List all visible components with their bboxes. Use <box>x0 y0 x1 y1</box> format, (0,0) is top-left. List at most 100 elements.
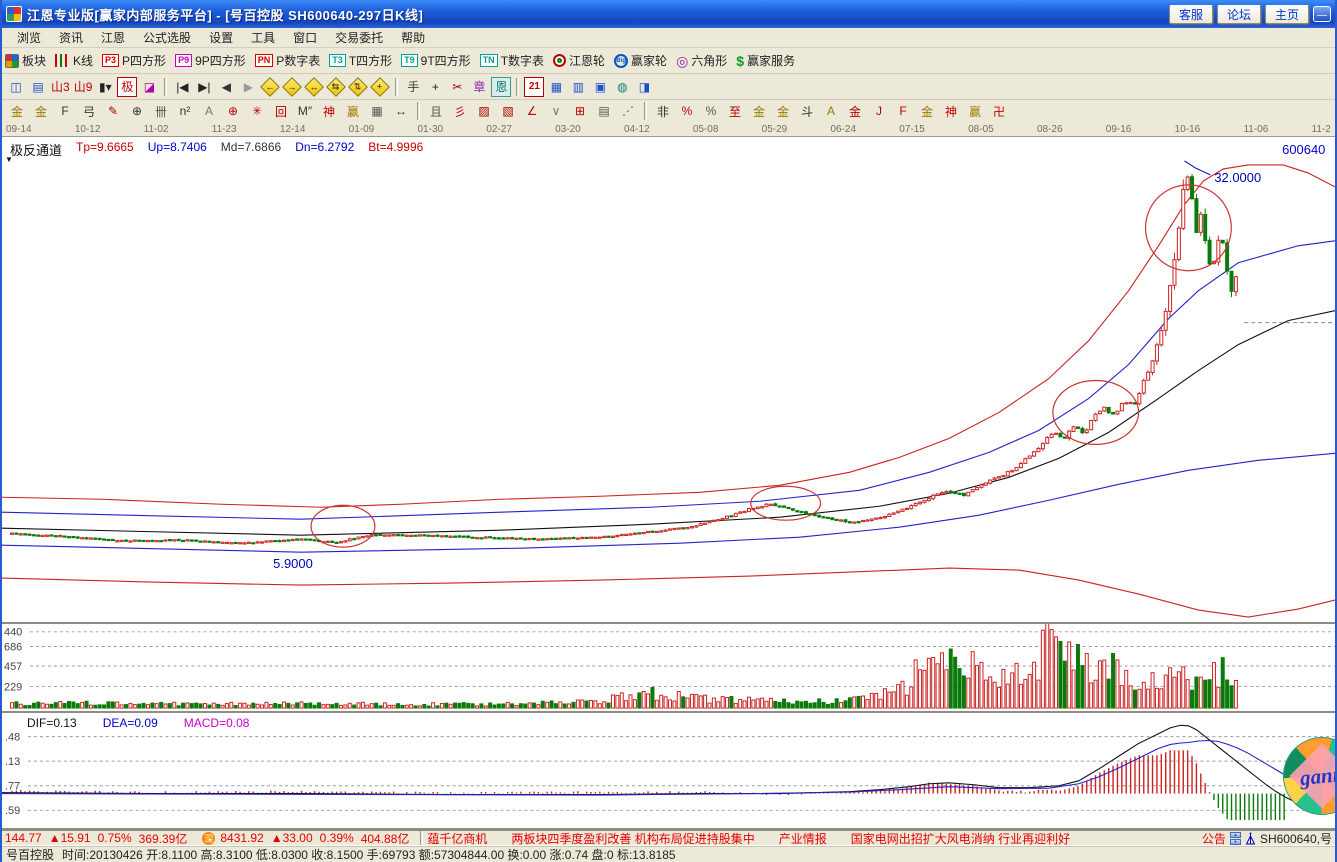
crosshair-icon[interactable]: + <box>425 77 445 97</box>
hand-drag-icon[interactable]: 手 <box>403 77 423 97</box>
menu-item-交易委托[interactable]: 交易委托 <box>326 29 392 46</box>
calculator-icon[interactable]: ▦ <box>546 77 566 97</box>
j-angle-icon[interactable]: J <box>868 102 890 120</box>
gold-angle-icon[interactable]: 金 <box>916 102 938 120</box>
hook-ruler-icon[interactable]: 弓 <box>78 102 100 120</box>
frame-line-icon[interactable]: 且 <box>425 102 447 120</box>
percent-red-icon[interactable]: % <box>676 102 698 120</box>
winner-service-button[interactable]: $赢家服务 <box>736 52 795 69</box>
price-bars-icon[interactable]: 非 <box>652 102 674 120</box>
gold-a-icon[interactable]: 金 <box>748 102 770 120</box>
circle-cross-icon[interactable]: ⊕ <box>126 102 148 120</box>
remote-pc-icon[interactable]: ◨ <box>634 77 654 97</box>
forum-button[interactable]: 论坛 <box>1217 5 1261 24</box>
gold-c-icon[interactable]: 金 <box>844 102 866 120</box>
angle-lines-icon[interactable]: ∠ <box>521 102 543 120</box>
comb-grid-icon[interactable]: 卌 <box>150 102 172 120</box>
kline-style-icon[interactable]: ▮▾ <box>95 77 115 97</box>
percent-gray-icon[interactable]: % <box>700 102 722 120</box>
prev-bar-icon[interactable]: ◀ <box>216 77 236 97</box>
notes-icon[interactable]: ▥ <box>568 77 588 97</box>
ying-angle-icon[interactable]: 赢 <box>964 102 986 120</box>
expand-diamond-icon[interactable]: ↔ <box>304 77 324 97</box>
p9-square-button[interactable]: P99P四方形 <box>175 52 246 69</box>
sheet-grid-icon[interactable]: ▦ <box>366 102 388 120</box>
customer-service-button[interactable]: 客服 <box>1169 5 1213 24</box>
hatch-lines-icon[interactable]: ⋰ <box>617 102 639 120</box>
p-number-table-button[interactable]: PNP数字表 <box>255 52 321 69</box>
macd-chart[interactable]: .48.13.77.59 <box>2 713 1335 828</box>
scroll-right-diamond-icon[interactable]: → <box>282 77 302 97</box>
news-item[interactable]: 两板块四季度盈利改善 机构布局促进持股集中 <box>511 830 754 846</box>
grid-red-icon[interactable]: ⊞ <box>569 102 591 120</box>
kline-chart[interactable]: 32.00005.9000600640 <box>2 137 1335 622</box>
cut-tool-icon[interactable]: ✂ <box>447 77 467 97</box>
grid-gray-icon[interactable]: ▤ <box>593 102 615 120</box>
shen-angle-icon[interactable]: 神 <box>940 102 962 120</box>
gold-ruler-1-icon[interactable]: 金 <box>6 102 28 120</box>
gold-b-icon[interactable]: 金 <box>772 102 794 120</box>
box-fan-a-icon[interactable]: ▨ <box>473 102 495 120</box>
first-bar-icon[interactable]: |◀ <box>172 77 192 97</box>
member-panel-icon[interactable]: ◫ <box>6 77 26 97</box>
sector-blocks-button[interactable]: 板块 <box>5 52 46 69</box>
fan-rays-icon[interactable]: 彡 <box>449 102 471 120</box>
minimize-button[interactable]: — <box>1313 6 1331 22</box>
compass-pen-icon[interactable]: ✎ <box>102 102 124 120</box>
indicator-name[interactable]: 极反通道 <box>10 140 62 159</box>
zoom-diamond-icon[interactable]: + <box>370 77 390 97</box>
kline-button[interactable]: K线 <box>55 52 93 69</box>
n2-ruler-icon[interactable]: n² <box>174 102 196 120</box>
winner-wheel-button[interactable]: Big赢家轮 <box>614 52 667 69</box>
indicator-dropdown-icon[interactable]: ▼ <box>5 155 13 164</box>
gann-panel-icon[interactable]: 恩 <box>491 77 511 97</box>
menu-item-设置[interactable]: 设置 <box>200 29 242 46</box>
vee-lines-icon[interactable]: ∨ <box>545 102 567 120</box>
bar-chart-3-icon[interactable]: 山3 <box>50 77 71 97</box>
color-bars-icon[interactable]: ◪ <box>139 77 159 97</box>
info-list-icon[interactable]: ▤ <box>28 77 48 97</box>
next-bar-icon[interactable]: ▶ <box>238 77 258 97</box>
menu-item-浏览[interactable]: 浏览 <box>8 29 50 46</box>
last-bar-icon[interactable]: ▶| <box>194 77 214 97</box>
announcement-link[interactable]: 公告 <box>1202 830 1226 846</box>
save-icon[interactable]: ▣ <box>590 77 610 97</box>
f-ruler-icon[interactable]: F <box>54 102 76 120</box>
volume-chart[interactable]: 440686457229 <box>2 624 1335 711</box>
t-square-button[interactable]: T3T四方形 <box>329 52 392 69</box>
a-gold-icon[interactable]: A <box>820 102 842 120</box>
menu-item-帮助[interactable]: 帮助 <box>392 29 434 46</box>
scroll-left-diamond-icon[interactable]: ← <box>260 77 280 97</box>
a-ruler-icon[interactable]: A <box>198 102 220 120</box>
gold-ruler-2-icon[interactable]: 金 <box>30 102 52 120</box>
news-item[interactable]: 蕴千亿商机 <box>427 830 487 846</box>
volume-pane[interactable]: 440686457229 <box>2 622 1335 711</box>
p-square-button[interactable]: P3P四方形 <box>102 52 166 69</box>
stamp-tool-icon[interactable]: 章 <box>469 77 489 97</box>
target-cross-icon[interactable]: ⊕ <box>222 102 244 120</box>
macd-pane[interactable]: .48.13.77.59 DIF=0.13DEA=0.09MACD=0.08 g… <box>2 711 1335 828</box>
menu-item-窗口[interactable]: 窗口 <box>284 29 326 46</box>
t9-square-button[interactable]: T99T四方形 <box>401 52 471 69</box>
calendar-icon[interactable]: 21 <box>524 77 544 97</box>
gann-wheel-button[interactable]: 江恩轮 <box>553 52 605 69</box>
menu-item-工具[interactable]: 工具 <box>242 29 284 46</box>
star-burst-icon[interactable]: ✳ <box>246 102 268 120</box>
f-angle-icon[interactable]: F <box>892 102 914 120</box>
homepage-button[interactable]: 主页 <box>1265 5 1309 24</box>
box-fan-b-icon[interactable]: ▧ <box>497 102 519 120</box>
menu-item-江恩[interactable]: 江恩 <box>92 29 134 46</box>
swap-diamond-icon[interactable]: ⇆ <box>326 77 346 97</box>
kline-pane[interactable]: 32.00005.9000600640 极反通道Tp=9.6665Up=8.74… <box>2 136 1335 622</box>
shen-tool-icon[interactable]: 神 <box>318 102 340 120</box>
zhi-tool-icon[interactable]: 至 <box>724 102 746 120</box>
web-service-icon[interactable]: ◍ <box>612 77 632 97</box>
vscale-diamond-icon[interactable]: ⇅ <box>348 77 368 97</box>
news-item[interactable]: 国家电网出招扩大风电消纳 行业再迎利好 <box>851 830 1070 846</box>
news-scroll-spinner[interactable]: ▲▼ <box>1230 832 1241 845</box>
jifan-channel-icon[interactable]: 极 <box>117 77 137 97</box>
m-marks-icon[interactable]: M″ <box>294 102 316 120</box>
ying-tool-icon[interactable]: 赢 <box>342 102 364 120</box>
bar-chart-9-icon[interactable]: 山9 <box>73 77 94 97</box>
dipper-tool-icon[interactable]: 斗 <box>796 102 818 120</box>
